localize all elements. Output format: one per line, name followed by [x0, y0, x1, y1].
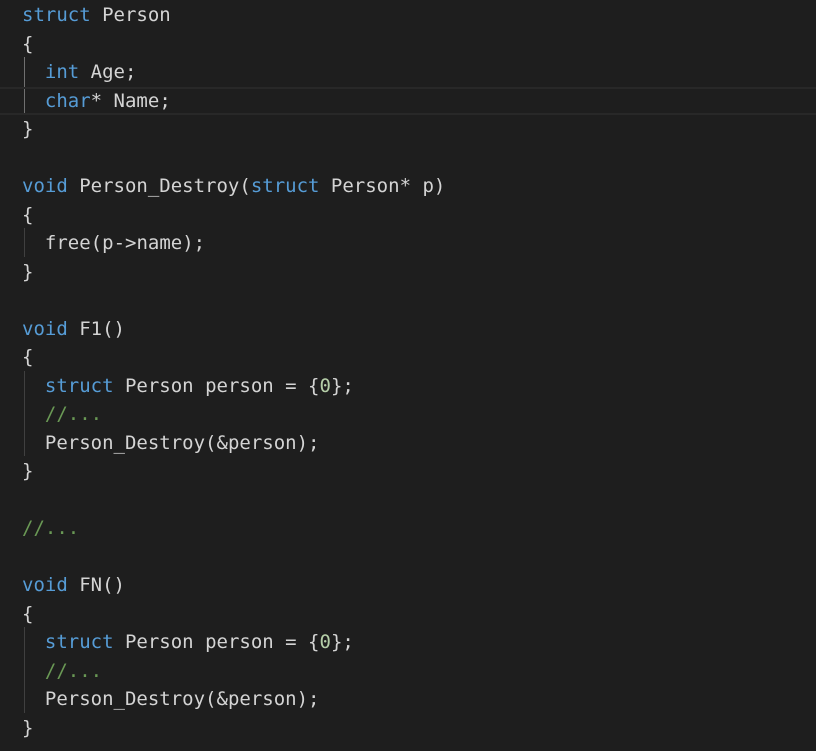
line-text: {: [22, 32, 34, 55]
line-text: struct Person: [22, 4, 171, 26]
line-text: }: [22, 260, 34, 283]
code-line[interactable]: }: [0, 457, 816, 486]
current-code-line[interactable]: char* Name;: [0, 86, 816, 115]
code-line[interactable]: [0, 486, 816, 515]
code-line[interactable]: struct Person person = {0};: [0, 372, 816, 401]
line-text: int Age;: [44, 61, 137, 83]
code-line[interactable]: [0, 144, 816, 173]
line-text: void F1(): [22, 317, 125, 340]
code-line[interactable]: struct Person: [0, 1, 816, 30]
code-line[interactable]: //...: [0, 657, 816, 686]
line-text: Person_Destroy(&person);: [44, 431, 320, 454]
code-line[interactable]: }: [0, 714, 816, 743]
code-line[interactable]: {: [0, 600, 816, 629]
line-text: void Person_Destroy(struct Person* p): [22, 175, 446, 197]
code-line[interactable]: int Age;: [0, 58, 816, 87]
code-line[interactable]: void FN(): [0, 571, 816, 600]
code-line[interactable]: [0, 286, 816, 315]
code-line[interactable]: void Person_Destroy(struct Person* p): [0, 172, 816, 201]
line-text: Person_Destroy(&person);: [44, 688, 320, 710]
code-line[interactable]: }: [0, 115, 816, 144]
code-line[interactable]: //...: [0, 514, 816, 543]
line-text: char* Name;: [44, 89, 171, 112]
code-line[interactable]: {: [0, 201, 816, 230]
line-text: //...: [22, 517, 80, 539]
line-text: //...: [44, 659, 103, 682]
line-text: struct Person person = {0};: [44, 374, 354, 397]
line-text: }: [22, 460, 34, 482]
code-line[interactable]: Person_Destroy(&person);: [0, 685, 816, 714]
code-line[interactable]: struct Person person = {0};: [0, 628, 816, 657]
code-line[interactable]: {: [0, 30, 816, 59]
code-line[interactable]: free(p->name);: [0, 229, 816, 258]
line-text: free(p->name);: [44, 232, 206, 254]
code-line[interactable]: [0, 543, 816, 572]
line-text: }: [22, 716, 34, 739]
line-text: {: [22, 602, 34, 625]
code-line[interactable]: void F1(): [0, 315, 816, 344]
code-line[interactable]: Person_Destroy(&person);: [0, 429, 816, 458]
line-text: void FN(): [22, 574, 125, 596]
code-line[interactable]: //...: [0, 400, 816, 429]
line-text: //...: [44, 403, 103, 425]
line-text: {: [22, 346, 34, 368]
code-line[interactable]: }: [0, 258, 816, 287]
code-editor[interactable]: struct Person { int Age; char* Name; } v…: [0, 0, 816, 751]
code-line[interactable]: {: [0, 343, 816, 372]
line-text: {: [22, 203, 34, 226]
line-text: }: [22, 118, 34, 140]
line-text: struct Person person = {0};: [44, 631, 354, 653]
